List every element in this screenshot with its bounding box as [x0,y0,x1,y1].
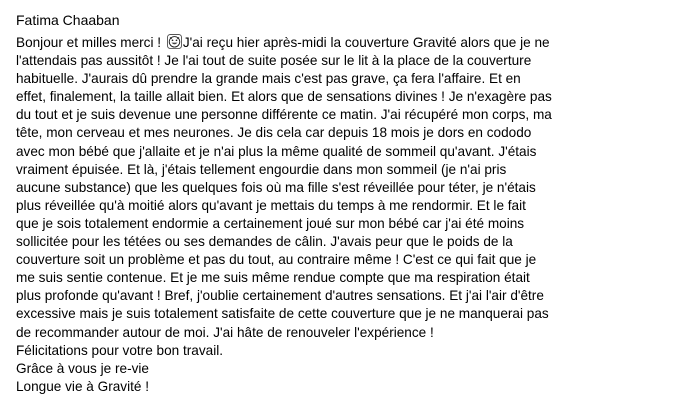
review-line-1: Bonjour et milles merci ! J'ai reçu hier… [16,34,666,52]
author-name: Fatima Chaaban [16,12,120,28]
review-line: sollicitée pour les tétées ou ses demand… [16,234,513,250]
review-line: effet, finalement, la taille allait bien… [16,89,552,105]
review-line: que je sois totalement endormie a certai… [16,215,525,231]
grinning-face-icon [166,34,182,49]
review-line: Félicitations pour votre bon travail. [16,342,224,358]
review-line: me suis sentie contenue. Et je me suis m… [16,270,530,286]
review-line-1-end: J'ai reçu hier après-midi la couverture … [182,35,550,50]
review-line: de recommander autour de moi. J'ai hâte … [16,324,434,340]
review-line: du tout et je suis devenue une personne … [16,107,552,123]
review-line: couverture soit un problème et pas du to… [16,252,537,268]
review-line: plus profonde qu'avant ! Bref, j'oublie … [16,288,544,304]
review-line: aucune substance) que les quelques fois … [16,179,536,195]
review-line: excessive mais je suis totalement satisf… [16,306,549,322]
review: Fatima Chaaban Bonjour et milles merci !… [16,6,666,396]
review-line: tête, mon cerveau et mes neurones. Je di… [16,125,532,141]
review-line: vraiment épuisée. Et là, j'étais telleme… [16,161,507,177]
review-line: Longue vie à Gravité ! [16,378,149,394]
review-line: habituelle. J'aurais dû prendre la grand… [16,71,521,87]
review-line: avec mon bébé que j'allaite et je n'ai p… [16,143,537,159]
review-line: l'attendais pas aussitôt ! Je l'ai tout … [16,53,532,69]
review-line-1-start: Bonjour et milles merci ! [16,35,165,50]
review-line: Grâce à vous je re-vie [16,360,149,376]
review-text: Bonjour et milles merci ! J'ai reçu hier… [16,34,666,396]
review-line: plus réveillée qu'à moitié alors qu'avan… [16,197,526,213]
